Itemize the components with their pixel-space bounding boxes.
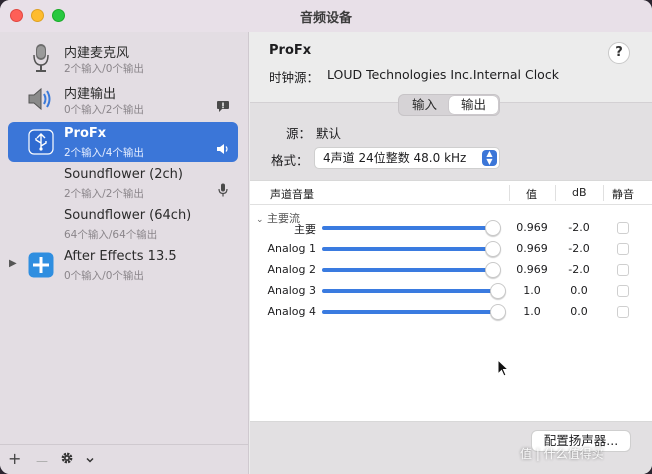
channel-value: 1.0 <box>523 305 541 318</box>
table-header: 声道音量 值 dB 静音 <box>250 181 652 205</box>
header-channel-volume: 声道音量 <box>270 188 314 201</box>
channel-label: Analog 2 <box>267 263 316 276</box>
remove-device-button[interactable]: — <box>36 452 48 470</box>
mute-checkbox[interactable] <box>617 306 629 318</box>
updown-arrows-icon: ▲ ▼ <box>482 150 497 166</box>
header-mute: 静音 <box>612 188 634 201</box>
mute-checkbox[interactable] <box>617 264 629 276</box>
device-sidebar: 内建麦克风 2个输入/0个输出 内建输出 0个输入/2个输出 ProFx 2个输… <box>0 32 249 444</box>
plus-icon <box>26 250 56 280</box>
mute-checkbox[interactable] <box>617 243 629 255</box>
usb-icon <box>26 127 56 157</box>
chevron-down-icon[interactable] <box>85 451 95 469</box>
mic-small-icon <box>216 183 230 197</box>
device-item-soundflower-2ch[interactable]: Soundflower (2ch) 2个输入/2个输出 <box>8 163 238 203</box>
volume-slider-track[interactable] <box>322 226 498 230</box>
channel-value: 0.969 <box>516 221 548 234</box>
device-item-builtin-mic[interactable]: 内建麦克风 2个输入/0个输出 <box>8 38 238 78</box>
format-value: 4声道 24位整数 48.0 kHz <box>323 151 467 165</box>
title-bar: 音频设备 <box>0 0 652 32</box>
device-detail-panel: ProFx 时钟源： LOUD Technologies Inc.Interna… <box>250 32 652 474</box>
channel-label: 主要 <box>294 223 316 236</box>
volume-slider-knob[interactable] <box>484 241 501 257</box>
speaker-icon <box>26 84 56 114</box>
tab-output[interactable]: 输出 <box>449 96 498 114</box>
header-db: dB <box>572 186 587 199</box>
source-label: 源： <box>286 126 312 141</box>
device-title: ProFx <box>269 43 312 58</box>
format-label: 格式： <box>271 153 309 168</box>
channel-row: Analog 4 1.0 0.0 <box>250 302 652 322</box>
format-select[interactable]: 4声道 24位整数 48.0 kHz ▲ ▼ <box>314 147 500 169</box>
gear-icon[interactable] <box>60 451 74 469</box>
channel-value: 0.969 <box>516 242 548 255</box>
channel-db: 0.0 <box>570 305 588 318</box>
channel-db: -2.0 <box>568 242 590 255</box>
channel-label: Analog 1 <box>267 242 316 255</box>
pointer-cursor-icon <box>497 358 510 380</box>
volume-slider-knob[interactable] <box>484 220 501 236</box>
clock-source-label: 时钟源： <box>269 70 320 85</box>
volume-slider-knob[interactable] <box>490 283 506 299</box>
channel-row: Analog 1 0.969 -2.0 <box>250 239 652 259</box>
mute-checkbox[interactable] <box>617 285 629 297</box>
mute-checkbox[interactable] <box>617 222 629 234</box>
alert-icon <box>216 99 230 113</box>
device-item-soundflower-64ch[interactable]: Soundflower (64ch) 64个输入/64个输出 <box>8 204 238 244</box>
volume-slider-track[interactable] <box>322 289 498 293</box>
header-value: 值 <box>526 188 537 201</box>
device-item-after-effects[interactable]: After Effects 13.5 0个输入/0个输出 <box>8 245 238 285</box>
volume-slider-track[interactable] <box>322 310 498 314</box>
device-item-builtin-output[interactable]: 内建输出 0个输入/2个输出 <box>8 79 238 119</box>
channel-value: 0.969 <box>516 263 548 276</box>
help-button[interactable]: ? <box>608 42 630 64</box>
window-title: 音频设备 <box>299 10 352 26</box>
minimize-button[interactable] <box>31 9 44 22</box>
watermark: 值 | 什么值得买 <box>520 447 604 461</box>
channel-label: Analog 3 <box>267 284 316 297</box>
window-controls <box>10 9 65 22</box>
channel-db: -2.0 <box>568 263 590 276</box>
sidebar-toolbar: + — <box>0 444 249 474</box>
channel-label: Analog 4 <box>267 305 316 318</box>
source-value: 默认 <box>316 126 342 141</box>
volume-slider-knob[interactable] <box>484 262 501 278</box>
volume-icon <box>216 142 230 156</box>
zoom-button[interactable] <box>52 9 65 22</box>
volume-slider-track[interactable] <box>322 247 498 251</box>
audio-devices-window: 音频设备 内建麦克风 2个输入/0个输出 内建输出 0个输入/2个输出 ProF… <box>0 0 652 474</box>
io-segmented-control: 输入 输出 <box>398 94 500 116</box>
close-button[interactable] <box>10 9 23 22</box>
tab-input[interactable]: 输入 <box>400 96 449 114</box>
channel-row: 主要 0.969 -2.0 <box>250 218 652 238</box>
channel-db: -2.0 <box>568 221 590 234</box>
microphone-icon <box>26 43 56 73</box>
channel-value: 1.0 <box>523 284 541 297</box>
channel-db: 0.0 <box>570 284 588 297</box>
clock-source-value: LOUD Technologies Inc.Internal Clock <box>327 67 559 82</box>
volume-slider-knob[interactable] <box>490 304 506 320</box>
device-item-profx[interactable]: ProFx 2个输入/4个输出 <box>8 122 238 162</box>
channel-row: Analog 2 0.969 -2.0 <box>250 260 652 280</box>
volume-slider-track[interactable] <box>322 268 498 272</box>
add-device-button[interactable]: + <box>8 450 21 468</box>
channel-row: Analog 3 1.0 0.0 <box>250 281 652 301</box>
channel-volume-table: 声道音量 值 dB 静音 ⌄ 主要流 主要 0.969 -2.0 Analog 1 0.… <box>250 180 652 422</box>
